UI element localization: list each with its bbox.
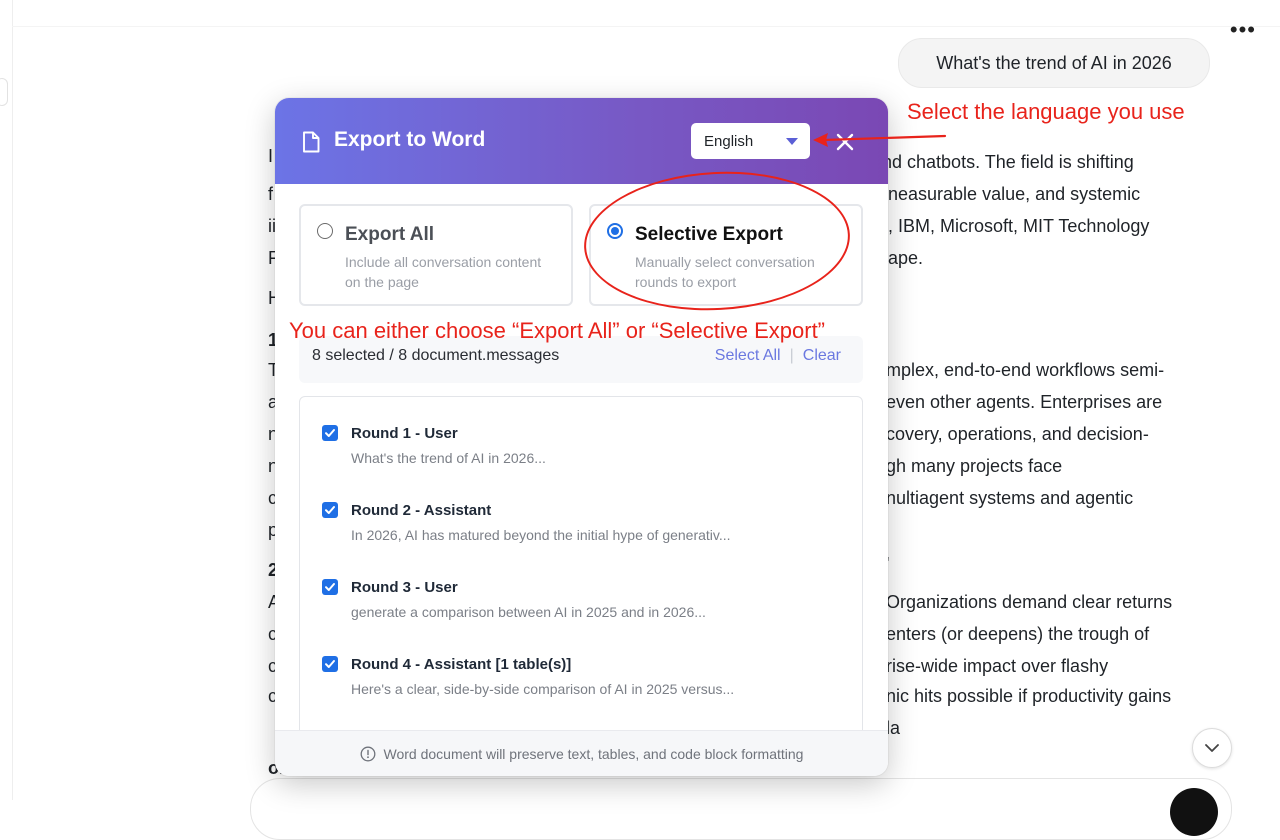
modal-title: Export to Word — [334, 128, 486, 151]
text-fragment: nd chatbots. The field is shifting — [882, 152, 1134, 172]
modal-header: Export to Word English — [275, 98, 888, 184]
text-fragment: Organizations demand clear returns — [886, 592, 1173, 612]
text-fragment: even other agents. Enterprises are — [886, 392, 1163, 412]
user-message-text: What's the trend of AI in 2026 — [936, 52, 1172, 73]
modal-footer: Word document will preserve text, tables… — [275, 730, 888, 776]
export-all-radio[interactable] — [317, 223, 333, 239]
text-fragment: rise-wide impact over flashy — [886, 656, 1109, 676]
list-item[interactable]: Round 3 - User generate a comparison bet… — [300, 557, 862, 627]
send-button[interactable] — [1170, 788, 1218, 836]
text-fragment: ape. — [888, 248, 924, 268]
round-preview: In 2026, AI has matured beyond the initi… — [351, 527, 731, 543]
topbar-divider — [12, 26, 1280, 27]
check-icon — [325, 660, 335, 668]
round-checkbox[interactable] — [322, 656, 338, 672]
round-checkbox[interactable] — [322, 579, 338, 595]
round-title: Round 4 - Assistant [1 table(s)] — [351, 656, 572, 673]
selection-actions: Select All | Clear — [715, 347, 841, 365]
text-fragment: nultiagent systems and agentic — [886, 488, 1134, 508]
check-icon — [325, 506, 335, 514]
text-fragment: gh many projects face — [886, 456, 1063, 476]
export-mode-hint-annotation: You can either choose “Export All” or “S… — [289, 318, 826, 343]
text-fragment: nic hits possible if productivity gains — [886, 686, 1172, 706]
round-title: Round 1 - User — [351, 425, 458, 442]
list-item[interactable]: Round 2 - Assistant In 2026, AI has matu… — [300, 480, 862, 550]
text-fragment: neasurable value, and systemic — [888, 184, 1141, 204]
caret-down-icon — [786, 138, 798, 145]
text-fragment: I — [268, 146, 274, 166]
round-preview: generate a comparison between AI in 2025… — [351, 604, 706, 620]
scroll-to-bottom-button[interactable] — [1192, 728, 1232, 768]
round-checkbox[interactable] — [322, 502, 338, 518]
document-icon — [303, 131, 320, 153]
rounds-list[interactable]: Round 1 - User What's the trend of AI in… — [299, 396, 863, 776]
text-fragment: la — [886, 718, 901, 738]
round-title: Round 3 - User — [351, 579, 458, 596]
clear-link[interactable]: Clear — [803, 347, 841, 364]
text-fragment: f — [268, 184, 274, 204]
more-options-icon[interactable]: ••• — [1230, 19, 1256, 41]
info-icon — [360, 746, 375, 762]
footer-note: Word document will preserve text, tables… — [383, 746, 804, 762]
sidebar-toggle-handle[interactable] — [0, 78, 8, 106]
text-fragment: enters (or deepens) the trough of — [886, 624, 1150, 644]
round-checkbox[interactable] — [322, 425, 338, 441]
language-select-value: English — [704, 132, 754, 150]
round-preview: What's the trend of AI in 2026... — [351, 450, 546, 466]
message-composer[interactable] — [250, 778, 1232, 840]
list-item[interactable]: Round 1 - User What's the trend of AI in… — [300, 403, 862, 473]
link-separator: | — [789, 347, 794, 364]
select-all-link[interactable]: Select All — [715, 347, 781, 364]
export-all-option[interactable]: Export All Include all conversation cont… — [299, 204, 573, 306]
text-fragment: mplex, end-to-end workflows semi- — [886, 360, 1165, 380]
round-title: Round 2 - Assistant — [351, 502, 492, 519]
export-all-title: Export All — [345, 224, 435, 245]
chevron-down-icon — [1205, 743, 1219, 752]
export-all-description: Include all conversation content on the … — [345, 254, 542, 290]
language-select[interactable]: English — [691, 123, 810, 159]
annotation-arrow-icon — [813, 133, 947, 147]
check-icon — [325, 429, 335, 437]
left-rail — [0, 0, 13, 800]
check-icon — [325, 583, 335, 591]
user-message-bubble: What's the trend of AI in 2026 — [898, 38, 1210, 88]
text-fragment: covery, operations, and decision- — [886, 424, 1149, 444]
text-fragment: , IBM, Microsoft, MIT Technology — [888, 216, 1150, 236]
language-hint-annotation: Select the language you use — [907, 99, 1185, 124]
round-preview: Here's a clear, side-by-side comparison … — [351, 681, 735, 697]
selection-count: 8 selected / 8 document.messages — [312, 347, 560, 364]
list-item[interactable]: Round 4 - Assistant [1 table(s)] Here's … — [300, 634, 862, 704]
